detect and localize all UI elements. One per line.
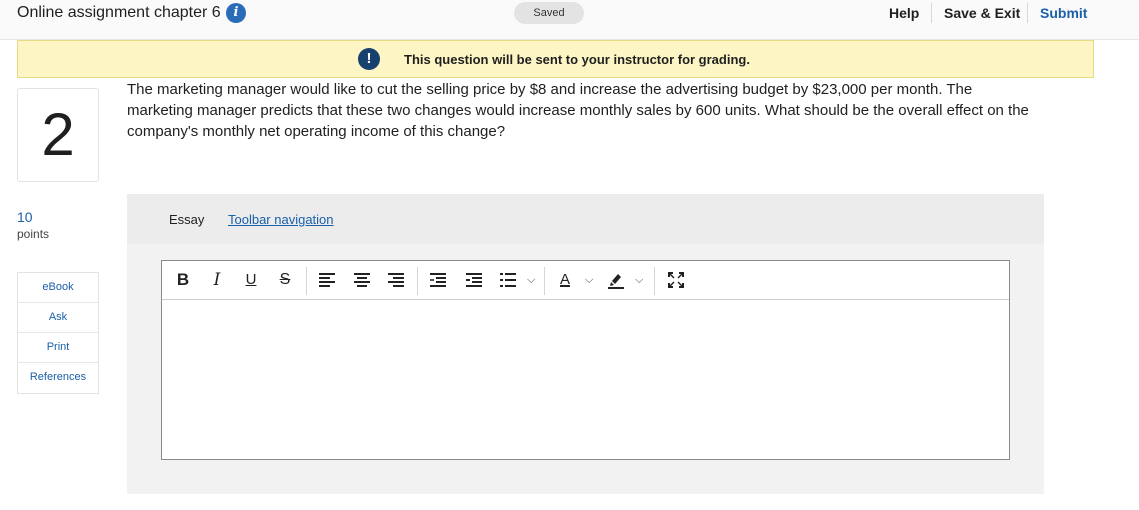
editor-toolbar: B I U S ⌵ A ⌵ ⌵ <box>162 261 1009 300</box>
bullet-list-icon[interactable] <box>500 273 516 287</box>
chevron-down-icon[interactable]: ⌵ <box>527 271 535 289</box>
underline-icon[interactable]: U <box>242 270 260 290</box>
submit-button[interactable]: Submit <box>1040 5 1087 21</box>
saved-status-badge: Saved <box>514 2 584 24</box>
points-label: points <box>17 227 50 241</box>
chevron-down-icon[interactable]: ⌵ <box>635 271 643 289</box>
assignment-title: Online assignment chapter 6 <box>17 4 221 21</box>
references-link[interactable]: References <box>18 363 98 393</box>
question-number-box: 2 <box>17 88 99 182</box>
toolbar-divider <box>417 267 418 295</box>
toolbar-navigation-link[interactable]: Toolbar navigation <box>228 212 334 227</box>
fullscreen-icon[interactable] <box>666 270 686 290</box>
grading-notice-banner: ! This question will be sent to your ins… <box>17 40 1094 78</box>
exclamation-icon: ! <box>358 48 380 70</box>
rich-text-editor: B I U S ⌵ A ⌵ ⌵ <box>161 260 1010 460</box>
font-color-icon[interactable]: A <box>556 270 574 290</box>
grading-notice-text: This question will be sent to your instr… <box>404 52 750 67</box>
ask-link[interactable]: Ask <box>18 303 98 333</box>
print-link[interactable]: Print <box>18 333 98 363</box>
bold-icon[interactable]: B <box>174 270 192 290</box>
align-left-icon[interactable] <box>319 273 335 287</box>
points-value: 10 <box>17 209 33 225</box>
info-icon[interactable]: i <box>226 3 246 23</box>
question-prompt: The marketing manager would like to cut … <box>127 81 1029 140</box>
ebook-link[interactable]: eBook <box>18 273 98 303</box>
save-exit-button[interactable]: Save & Exit <box>944 5 1020 21</box>
header-divider <box>1027 3 1028 23</box>
outdent-icon[interactable] <box>430 273 446 287</box>
align-right-icon[interactable] <box>388 273 404 287</box>
header-divider <box>931 3 932 23</box>
essay-label: Essay <box>169 212 205 227</box>
toolbar-divider <box>544 267 545 295</box>
toolbar-divider <box>306 267 307 295</box>
top-bar: Online assignment chapter 6 i Saved Help… <box>0 0 1139 40</box>
chevron-down-icon[interactable]: ⌵ <box>585 271 593 289</box>
strikethrough-icon[interactable]: S <box>276 270 294 290</box>
align-center-icon[interactable] <box>354 273 370 287</box>
essay-header: Essay Toolbar navigation <box>127 194 1044 244</box>
help-button[interactable]: Help <box>889 5 919 21</box>
indent-icon[interactable] <box>466 273 482 287</box>
italic-icon[interactable]: I <box>208 270 226 290</box>
question-number: 2 <box>41 101 75 168</box>
resource-links: eBook Ask Print References <box>17 272 99 394</box>
essay-answer-panel: Essay Toolbar navigation B I U S ⌵ A ⌵ ⌵ <box>127 194 1044 494</box>
essay-input-area[interactable] <box>162 301 1009 459</box>
highlight-icon[interactable] <box>606 270 626 290</box>
toolbar-divider <box>654 267 655 295</box>
